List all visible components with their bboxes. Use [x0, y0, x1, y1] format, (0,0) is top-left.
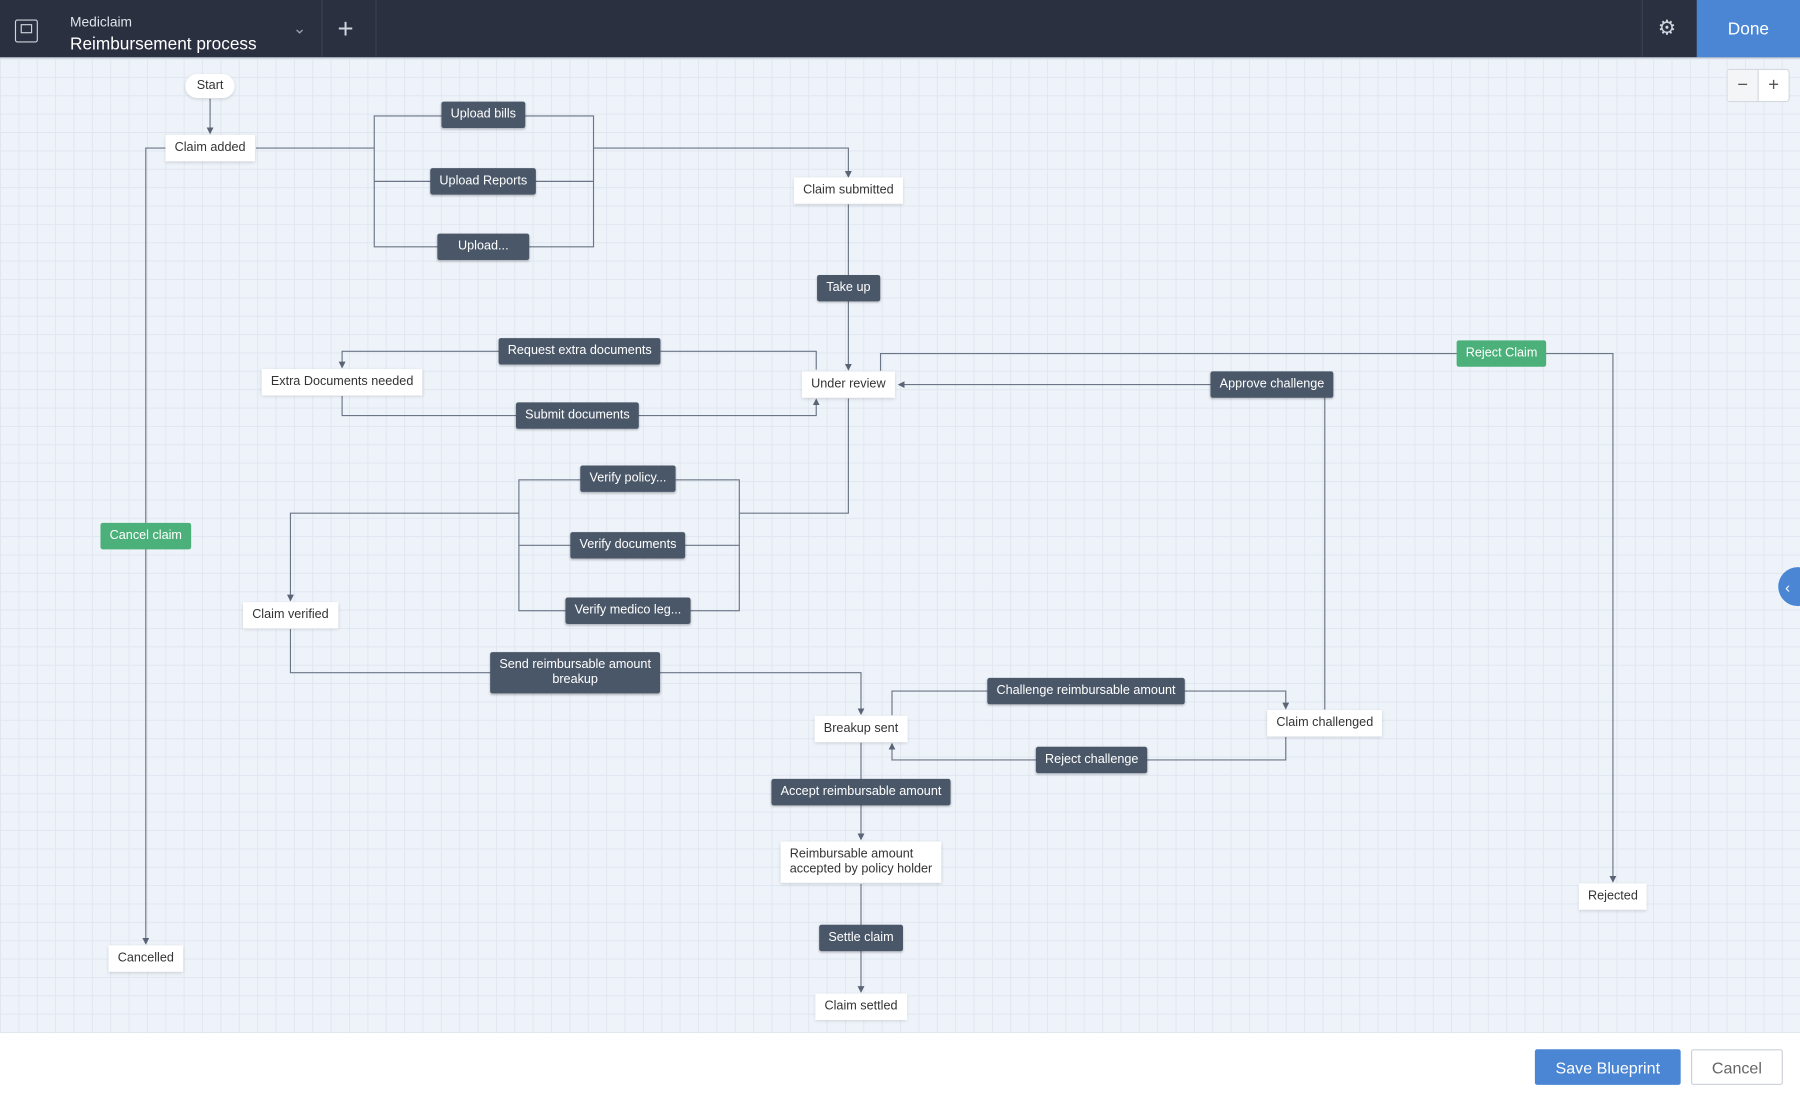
- state-start[interactable]: Start: [185, 74, 235, 99]
- state-claim-verified[interactable]: Claim verified: [243, 602, 338, 629]
- state-reimbursable-accepted[interactable]: Reimbursable amount accepted by policy h…: [780, 841, 942, 883]
- state-extra-documents-needed[interactable]: Extra Documents needed: [261, 369, 423, 396]
- transition-take-up[interactable]: Take up: [817, 274, 880, 302]
- transition-upload-bills[interactable]: Upload bills: [441, 101, 526, 129]
- transition-reject-challenge[interactable]: Reject challenge: [1035, 746, 1148, 774]
- state-claim-settled[interactable]: Claim settled: [815, 993, 907, 1020]
- state-label-line: accepted by policy holder: [789, 862, 933, 876]
- transition-cancel-claim[interactable]: Cancel claim: [100, 522, 192, 550]
- transition-request-extra-documents[interactable]: Request extra documents: [498, 338, 661, 365]
- transition-verify-policy[interactable]: Verify policy...: [580, 465, 676, 492]
- transition-verify-medico-legal[interactable]: Verify medico leg...: [565, 597, 691, 624]
- cancel-button[interactable]: Cancel: [1691, 1049, 1783, 1085]
- transition-reject-claim[interactable]: Reject Claim: [1456, 340, 1547, 367]
- state-breakup-sent[interactable]: Breakup sent: [814, 715, 908, 743]
- transition-label-line: breakup: [552, 672, 598, 687]
- transition-label-line: Send reimbursable amount: [499, 657, 651, 672]
- zoom-in-button[interactable]: +: [1759, 70, 1789, 101]
- state-rejected[interactable]: Rejected: [1578, 883, 1648, 910]
- state-claim-submitted[interactable]: Claim submitted: [793, 177, 903, 204]
- transition-send-breakup[interactable]: Send reimbursable amount breakup: [490, 652, 661, 694]
- zoom-out-button[interactable]: −: [1727, 70, 1759, 102]
- state-claim-challenged[interactable]: Claim challenged: [1267, 710, 1383, 737]
- state-label-line: Reimbursable amount: [789, 847, 914, 861]
- zoom-controls: − +: [1726, 68, 1790, 103]
- transition-approve-challenge[interactable]: Approve challenge: [1210, 371, 1334, 398]
- transition-accept-amount[interactable]: Accept reimbursable amount: [771, 778, 951, 806]
- footer: Save Blueprint Cancel: [0, 1033, 1800, 1100]
- state-claim-added[interactable]: Claim added: [165, 134, 255, 162]
- state-cancelled[interactable]: Cancelled: [108, 945, 184, 972]
- connector: [593, 147, 852, 178]
- connector: [879, 353, 1617, 883]
- transition-challenge-amount[interactable]: Challenge reimbursable amount: [987, 677, 1185, 705]
- connector: [897, 381, 1326, 710]
- transition-settle-claim[interactable]: Settle claim: [819, 924, 903, 952]
- transition-upload-reports[interactable]: Upload Reports: [430, 168, 537, 195]
- save-blueprint-button[interactable]: Save Blueprint: [1534, 1049, 1681, 1085]
- transition-upload-more[interactable]: Upload...: [437, 233, 530, 261]
- transition-verify-documents[interactable]: Verify documents: [570, 532, 686, 559]
- connector: [287, 512, 519, 602]
- transition-submit-documents[interactable]: Submit documents: [515, 402, 639, 429]
- state-under-review[interactable]: Under review: [801, 371, 895, 398]
